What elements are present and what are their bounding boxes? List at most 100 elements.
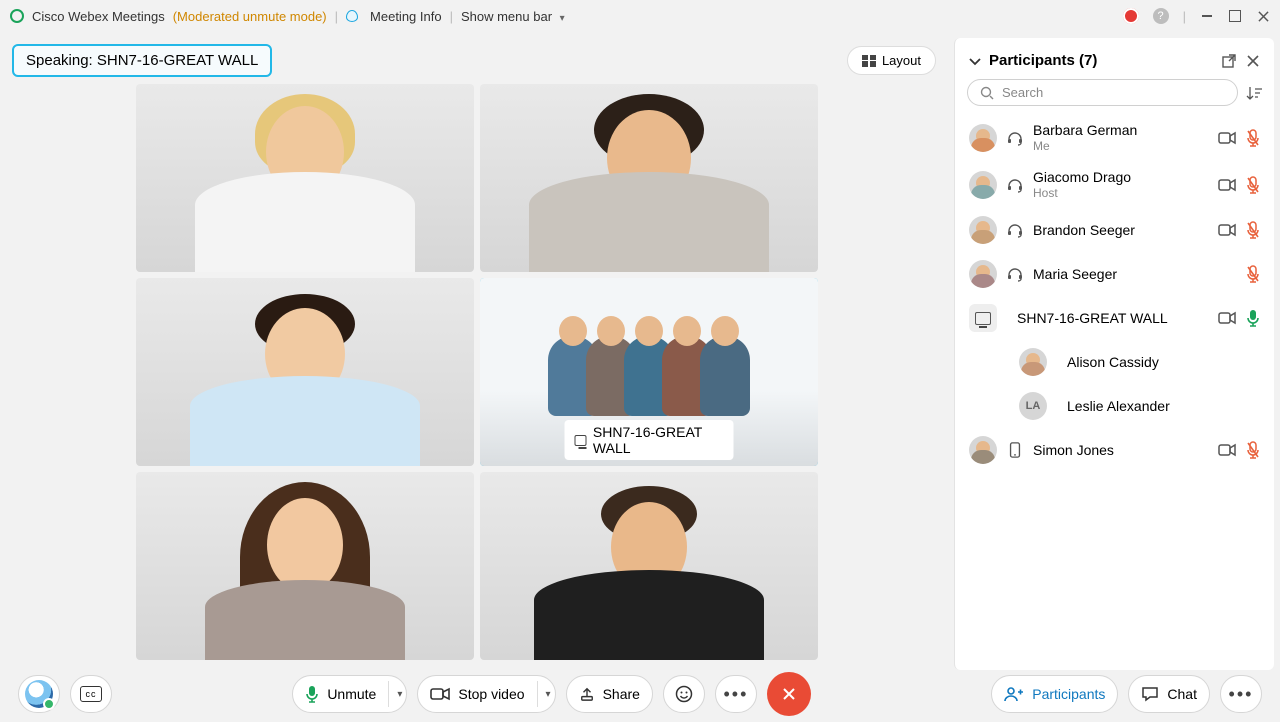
tile-name: SHN7-16-GREAT WALL — [593, 424, 724, 456]
unmute-button[interactable]: Unmute ▾ — [292, 675, 407, 713]
show-menu-bar[interactable]: Show menu bar ▾ — [461, 9, 565, 24]
chevron-down-icon[interactable] — [969, 55, 981, 67]
help-icon[interactable]: ? — [1153, 8, 1169, 24]
participants-panel: Participants (7) Search Barbara GermanMe… — [954, 38, 1274, 670]
participant-role: Me — [1033, 139, 1208, 153]
participant-name: Barbara German — [1033, 122, 1208, 139]
cc-icon: cc — [80, 686, 102, 702]
participant-name: Leslie Alexander — [1067, 398, 1260, 415]
share-label: Share — [603, 686, 640, 702]
mic-icon[interactable] — [1246, 309, 1260, 327]
mic-icon[interactable] — [1246, 221, 1260, 239]
headset-icon — [1007, 442, 1023, 458]
video-tile[interactable] — [480, 84, 818, 272]
chat-icon — [1141, 685, 1159, 703]
video-icon[interactable] — [1218, 443, 1236, 457]
video-icon[interactable] — [1218, 223, 1236, 237]
smile-icon — [675, 685, 693, 703]
stop-video-label: Stop video — [458, 686, 524, 702]
video-icon[interactable] — [1218, 311, 1236, 325]
show-menu-label: Show menu bar — [461, 9, 552, 24]
search-icon — [980, 86, 994, 100]
speaking-prefix: Speaking: — [26, 52, 97, 69]
participant-name: Simon Jones — [1033, 442, 1208, 459]
window-maximize-button[interactable] — [1228, 9, 1242, 23]
video-tile[interactable] — [136, 472, 474, 660]
participant-row[interactable]: Barbara GermanMe — [963, 114, 1266, 161]
avatar: LA — [1019, 392, 1047, 420]
video-tile[interactable] — [136, 84, 474, 272]
headset-icon — [1007, 222, 1023, 238]
participant-name: SHN7-16-GREAT WALL — [1017, 310, 1208, 327]
participants-button[interactable]: Participants — [991, 675, 1118, 713]
panel-title: Participants (7) — [989, 52, 1097, 69]
headset-icon — [1007, 130, 1023, 146]
window-close-button[interactable] — [1256, 9, 1270, 23]
active-speaker-badge: Speaking: SHN7-16-GREAT WALL — [12, 44, 272, 77]
end-meeting-button[interactable] — [767, 672, 811, 716]
mic-icon[interactable] — [1246, 176, 1260, 194]
popout-icon[interactable] — [1222, 54, 1236, 68]
webex-logo-icon — [10, 9, 24, 23]
assistant-button[interactable] — [18, 675, 60, 713]
mic-icon[interactable] — [1246, 265, 1260, 283]
grid-icon — [862, 55, 876, 67]
layout-label: Layout — [882, 53, 921, 68]
tile-label: SHN7-16-GREAT WALL — [565, 420, 734, 460]
close-icon — [781, 686, 797, 702]
unmute-label: Unmute — [327, 686, 376, 702]
separator: | — [335, 9, 338, 24]
share-icon — [579, 687, 595, 701]
more-panels-button[interactable]: ••• — [1220, 675, 1262, 713]
participant-row[interactable]: LA Leslie Alexander — [963, 384, 1266, 428]
recording-indicator-icon[interactable] — [1123, 8, 1139, 24]
video-icon[interactable] — [1218, 178, 1236, 192]
video-tile-active[interactable]: SHN7-16-GREAT WALL — [480, 278, 818, 466]
captions-button[interactable]: cc — [70, 675, 112, 713]
more-options-button[interactable]: ••• — [715, 675, 757, 713]
search-input[interactable]: Search — [967, 79, 1238, 106]
shield-icon — [346, 10, 358, 22]
speaking-name: SHN7-16-GREAT WALL — [97, 52, 258, 69]
chevron-down-icon[interactable]: ▾ — [388, 681, 402, 707]
participant-name: Giacomo Drago — [1033, 169, 1208, 186]
meeting-stage: Speaking: SHN7-16-GREAT WALL Layout SHN7… — [0, 32, 954, 722]
headset-icon — [1007, 177, 1023, 193]
avatar — [969, 216, 997, 244]
microphone-icon — [305, 685, 319, 703]
headset-icon — [1007, 266, 1023, 282]
window-minimize-button[interactable] — [1200, 9, 1214, 23]
video-tile[interactable] — [480, 472, 818, 660]
mic-icon[interactable] — [1246, 129, 1260, 147]
participant-role: Host — [1033, 186, 1208, 200]
chevron-down-icon[interactable]: ▾ — [537, 681, 551, 707]
layout-button[interactable]: Layout — [847, 46, 936, 75]
video-icon[interactable] — [1218, 131, 1236, 145]
video-tile[interactable] — [136, 278, 474, 466]
video-grid: SHN7-16-GREAT WALL — [136, 84, 818, 660]
participant-row[interactable]: Giacomo DragoHost — [963, 161, 1266, 208]
participant-row[interactable]: Simon Jones — [963, 428, 1266, 472]
share-button[interactable]: Share — [566, 675, 653, 713]
close-icon[interactable] — [1246, 54, 1260, 68]
meeting-toolbar: cc Unmute ▾ Stop video ▾ Share ••• Parti… — [0, 666, 1280, 722]
panel-header: Participants (7) — [963, 48, 1266, 79]
separator: | — [450, 9, 453, 24]
participant-name: Maria Seeger — [1033, 266, 1236, 283]
participant-row[interactable]: Maria Seeger — [963, 252, 1266, 296]
device-avatar — [969, 304, 997, 332]
avatar — [969, 260, 997, 288]
participant-row[interactable]: SHN7-16-GREAT WALL — [963, 296, 1266, 340]
search-placeholder: Search — [1002, 85, 1043, 100]
chat-button[interactable]: Chat — [1128, 675, 1210, 713]
avatar — [969, 436, 997, 464]
reactions-button[interactable] — [663, 675, 705, 713]
participant-row[interactable]: Brandon Seeger — [963, 208, 1266, 252]
mic-icon[interactable] — [1246, 441, 1260, 459]
participant-row[interactable]: Alison Cassidy — [963, 340, 1266, 384]
meeting-info-link[interactable]: Meeting Info — [370, 9, 442, 24]
sort-icon[interactable] — [1246, 86, 1262, 100]
stop-video-button[interactable]: Stop video ▾ — [417, 675, 555, 713]
chevron-down-icon: ▾ — [560, 13, 565, 24]
participant-name: Alison Cassidy — [1067, 354, 1260, 371]
